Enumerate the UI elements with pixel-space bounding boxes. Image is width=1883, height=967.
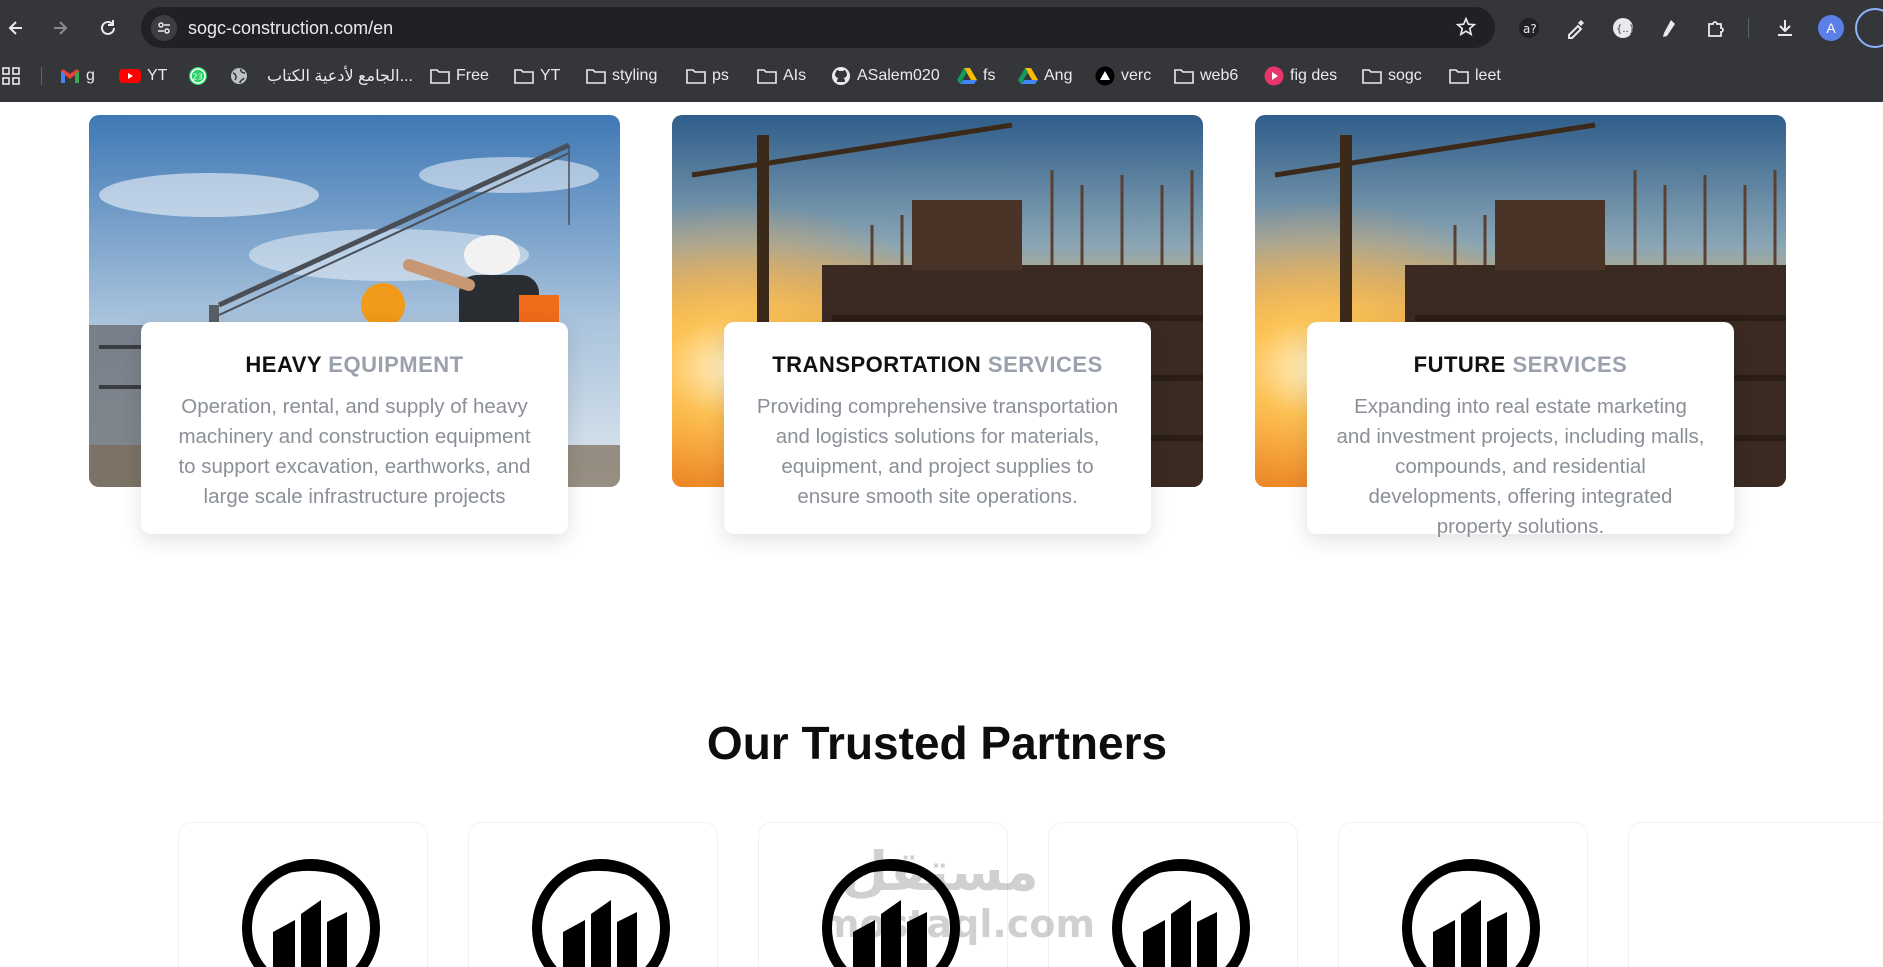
globe-icon [231, 68, 247, 84]
gmail-icon [61, 69, 79, 83]
bookmark-whatsapp[interactable]: 23 [188, 65, 208, 87]
toolbar-divider [1748, 18, 1749, 38]
site-info-icon[interactable] [151, 15, 177, 41]
forward-arrow-icon [54, 21, 68, 35]
address-bar[interactable]: sogc-construction.com/en [141, 7, 1495, 48]
service-card-content: HEAVY EQUIPMENT Operation, rental, and s… [141, 322, 568, 534]
partner-card[interactable] [1338, 822, 1588, 967]
bookmarks-bar: g YT 23 الجامع لأدعية الكتاب... Free YT … [0, 56, 1883, 96]
bookmark-styling[interactable]: styling [586, 65, 657, 87]
partner-logo-icon [1112, 859, 1250, 967]
partners-heading: Our Trusted Partners [706, 717, 1168, 769]
folder-icon [1362, 69, 1382, 84]
color-picker-extension-icon[interactable] [1562, 14, 1590, 42]
back-arrow-icon [8, 21, 22, 35]
partner-logo-icon [532, 859, 670, 967]
service-card-description: Providing comprehensive transportation a… [756, 395, 1119, 508]
bookmark-fig-des[interactable]: fig des [1264, 65, 1337, 87]
service-card-description: Operation, rental, and supply of heavy m… [178, 395, 531, 508]
bookmark-sogc[interactable]: sogc [1362, 65, 1422, 87]
bookmark-star-icon[interactable] [1455, 16, 1477, 43]
bookmark-ang[interactable]: Ang [1018, 65, 1072, 87]
apps-grid-icon[interactable] [2, 65, 20, 87]
pen-extension-icon[interactable] [1655, 14, 1683, 42]
bookmark-leet[interactable]: leet [1449, 65, 1501, 87]
folder-icon [1449, 69, 1469, 84]
svg-text:a?: a? [1523, 22, 1537, 36]
folder-icon [586, 69, 606, 84]
drive-icon [1018, 68, 1038, 84]
bookmark-globe[interactable] [229, 65, 249, 87]
bookmarks-divider [41, 67, 42, 85]
partner-card[interactable] [1628, 822, 1883, 967]
bookmark-arabic[interactable]: الجامع لأدعية الكتاب... [267, 65, 413, 87]
bookmark-yt-folder[interactable]: YT [514, 65, 560, 87]
downloads-icon[interactable] [1771, 14, 1799, 42]
youtube-icon [119, 69, 141, 83]
bookmark-github[interactable]: ASalem020 [831, 65, 940, 87]
partner-card[interactable] [178, 822, 428, 967]
page-content: HEAVY EQUIPMENT Operation, rental, and s… [0, 102, 1883, 967]
json-extension-icon[interactable]: {..} [1609, 14, 1637, 42]
figma-icon [1264, 66, 1284, 86]
partner-logo-icon [1402, 859, 1540, 967]
vercel-icon [1095, 66, 1115, 86]
folder-icon [514, 69, 534, 84]
folder-icon [1174, 69, 1194, 84]
svg-text:23: 23 [193, 73, 203, 82]
back-button[interactable] [0, 12, 32, 44]
svg-text:{..}: {..} [1616, 24, 1634, 35]
browser-chrome: sogc-construction.com/en a? {..} A g YT … [0, 0, 1883, 102]
url-text[interactable]: sogc-construction.com/en [188, 18, 393, 39]
partner-card[interactable] [468, 822, 718, 967]
bookmark-free[interactable]: Free [430, 65, 489, 87]
forward-button[interactable] [44, 12, 76, 44]
browser-toolbar: sogc-construction.com/en a? {..} A [0, 0, 1883, 56]
reload-button[interactable] [92, 12, 124, 44]
whatsapp-icon: 23 [189, 67, 207, 85]
mostaql-watermark: مستقل mostaql.com [820, 840, 1096, 947]
bookmark-verc[interactable]: verc [1095, 65, 1151, 87]
folder-icon [686, 69, 706, 84]
profile-avatar[interactable]: A [1818, 15, 1844, 41]
reload-icon [101, 20, 115, 35]
github-icon [832, 67, 850, 85]
bookmark-yt[interactable]: YT [119, 65, 167, 87]
service-card-title: FUTURE SERVICES [1413, 352, 1628, 377]
bookmark-ais[interactable]: AIs [757, 65, 806, 87]
translate-extension-icon[interactable]: a? [1515, 14, 1543, 42]
bookmark-fs[interactable]: fs [957, 65, 995, 87]
bookmark-ps[interactable]: ps [686, 65, 729, 87]
bookmark-g[interactable]: g [60, 65, 95, 87]
extensions-puzzle-icon[interactable] [1702, 14, 1730, 42]
folder-icon [430, 69, 450, 84]
service-card-description: Expanding into real estate marketing and… [1336, 395, 1705, 538]
service-card-title: HEAVY EQUIPMENT [245, 352, 464, 377]
drive-icon [957, 68, 977, 84]
service-card-content: TRANSPORTATION SERVICES Providing compre… [724, 322, 1151, 534]
service-card-content: FUTURE SERVICES Expanding into real esta… [1307, 322, 1734, 538]
bookmark-web6[interactable]: web6 [1174, 65, 1238, 87]
folder-icon [757, 69, 777, 84]
partner-logo-icon [242, 859, 380, 967]
service-card-title: TRANSPORTATION SERVICES [772, 352, 1103, 377]
chrome-menu-button[interactable] [1855, 8, 1883, 48]
